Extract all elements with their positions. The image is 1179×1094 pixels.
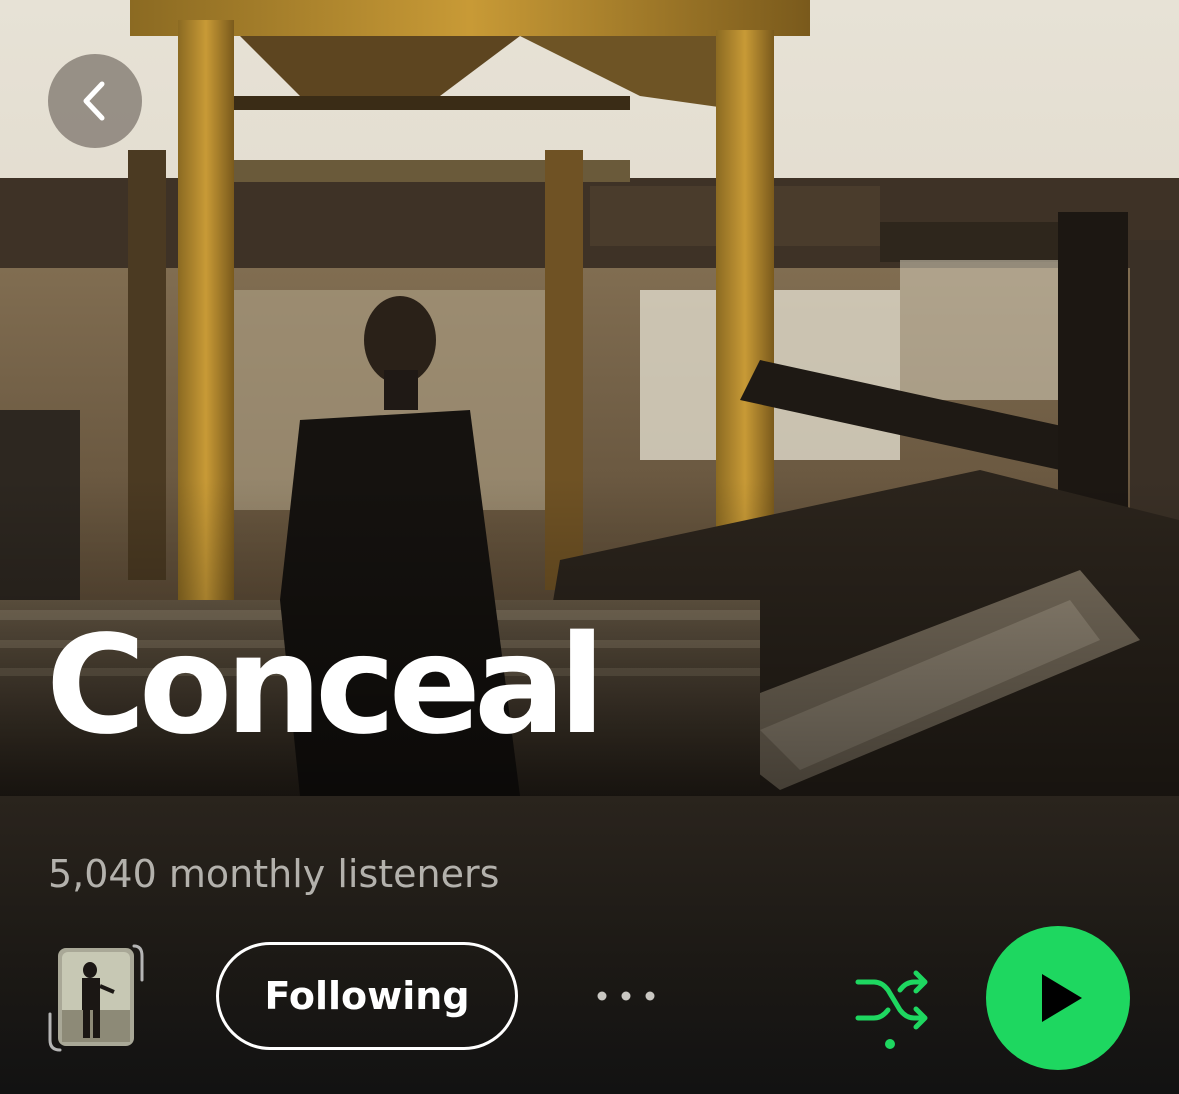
back-button[interactable] bbox=[48, 54, 142, 148]
more-horizontal-icon bbox=[597, 991, 655, 1001]
avatar-thumbnail-image bbox=[48, 944, 144, 1052]
monthly-listeners: 5,040 monthly listeners bbox=[48, 852, 500, 896]
more-options-button[interactable] bbox=[586, 966, 666, 1026]
artist-page: Conceal 5,040 monthly listeners Followin… bbox=[0, 0, 1179, 1094]
following-button[interactable]: Following bbox=[216, 942, 518, 1050]
artist-pick-thumbnail[interactable] bbox=[48, 940, 144, 1054]
chevron-left-icon bbox=[83, 81, 105, 121]
artist-name: Conceal bbox=[46, 607, 605, 765]
shuffle-button[interactable] bbox=[848, 960, 938, 1056]
artist-header-image: Conceal bbox=[0, 0, 1179, 796]
shuffle-icon bbox=[855, 970, 928, 1049]
play-icon bbox=[986, 926, 1130, 1070]
play-button[interactable] bbox=[986, 926, 1130, 1070]
